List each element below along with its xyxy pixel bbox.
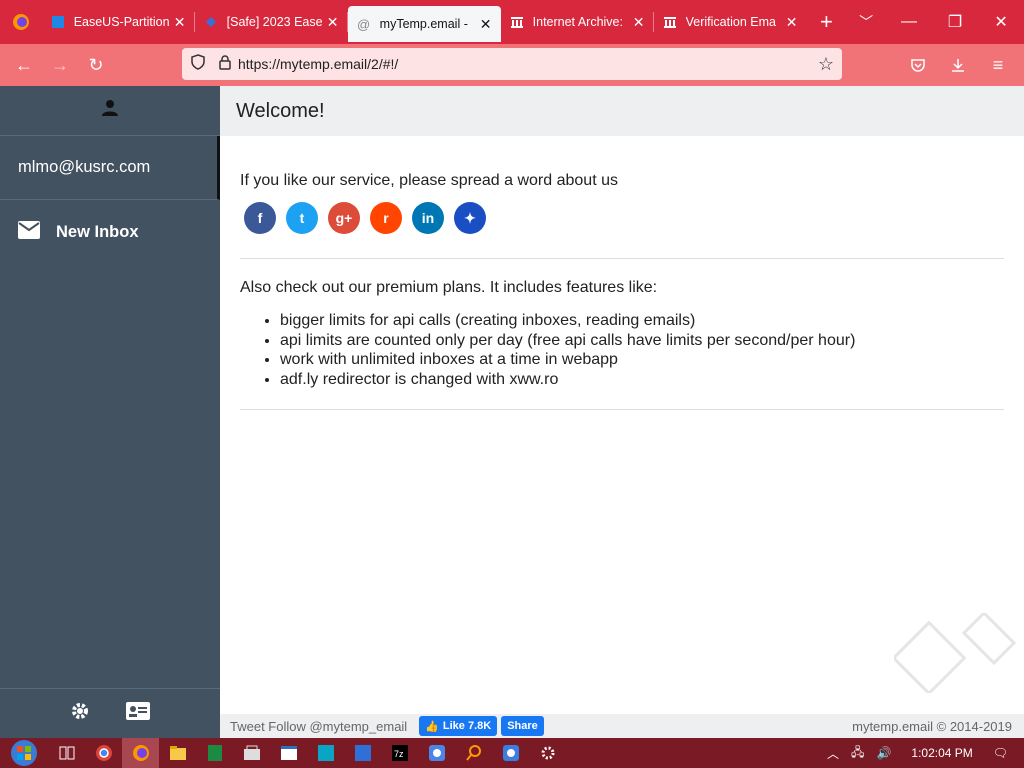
close-tab-icon[interactable]: ✕ xyxy=(479,16,493,33)
archive-icon xyxy=(509,14,525,30)
easeus-icon xyxy=(50,14,66,30)
list-item: work with unlimited inboxes at a time in… xyxy=(280,350,1004,370)
svg-text:7z: 7z xyxy=(394,749,404,759)
tab-title: Internet Archive: xyxy=(532,15,623,29)
download-icon[interactable] xyxy=(940,49,976,81)
minimize-icon[interactable]: — xyxy=(886,0,932,44)
close-window-icon[interactable]: ✕ xyxy=(978,0,1024,44)
clock-time[interactable]: 1:02:04 PM xyxy=(911,746,972,760)
window-app-icon[interactable] xyxy=(270,738,307,768)
restore-icon[interactable]: ❐ xyxy=(932,0,978,44)
close-tab-icon[interactable]: ✕ xyxy=(785,14,799,31)
account-area[interactable] xyxy=(0,86,220,136)
close-tab-icon[interactable]: ✕ xyxy=(173,14,187,31)
archive-icon xyxy=(662,14,678,30)
lock-icon[interactable] xyxy=(218,54,232,75)
footer: Tweet Follow @mytemp_email 👍 Like 7.8K Sh… xyxy=(220,714,1024,738)
reddit-icon[interactable]: r xyxy=(370,202,402,234)
envelope-icon xyxy=(18,220,40,244)
thumbs-up-icon: 👍 xyxy=(425,720,439,733)
volume-icon[interactable]: 🔊 xyxy=(876,746,891,760)
start-button[interactable] xyxy=(0,738,48,768)
7zip-icon[interactable]: 7z xyxy=(381,738,418,768)
chrome-icon[interactable] xyxy=(85,738,122,768)
app2-icon[interactable] xyxy=(492,738,529,768)
list-item: api limits are counted only per day (fre… xyxy=(280,331,1004,351)
tab-bar: EaseUS-Partition-Ma ✕ [Safe] 2023 EaseU … xyxy=(0,0,1024,44)
divider xyxy=(240,258,1004,259)
file-explorer-icon[interactable] xyxy=(159,738,196,768)
safe-icon xyxy=(203,14,219,30)
sidebar: mlmo@kusrc.com New Inbox xyxy=(0,86,220,738)
chevron-up-icon[interactable]: ︿ xyxy=(827,745,839,762)
search-tool-icon[interactable] xyxy=(455,738,492,768)
contact-card-icon[interactable] xyxy=(126,702,150,725)
tab-title: myTemp.email - xyxy=(379,17,468,31)
bookmark-star-icon[interactable]: ☆ xyxy=(818,54,834,75)
system-tray: ︿ 🖧 🔊 1:02:04 PM 🗨 xyxy=(821,738,1024,768)
shield-icon[interactable] xyxy=(190,53,206,75)
tab-title: [Safe] 2023 EaseU xyxy=(226,15,322,29)
spread-word-text: If you like our service, please spread a… xyxy=(240,172,618,189)
pin-icon[interactable]: ✦ xyxy=(454,202,486,234)
at-icon: @ xyxy=(357,16,371,32)
pocket-icon[interactable] xyxy=(900,49,936,81)
copyright-text: mytemp.email © 2014-2019 xyxy=(852,718,1012,734)
tab-mytemp-email[interactable]: @ myTemp.email - ✕ xyxy=(347,6,501,42)
settings-icon[interactable] xyxy=(529,738,566,768)
watermark-icon xyxy=(891,610,1024,698)
back-icon[interactable]: ← xyxy=(6,49,42,81)
feature-list: bigger limits for api calls (creating in… xyxy=(240,311,1004,389)
linkedin-icon[interactable]: in xyxy=(412,202,444,234)
reload-icon[interactable]: ↻ xyxy=(78,49,114,81)
social-share-row: f t g+ r in ✦ xyxy=(240,202,1004,234)
sidebar-item-email[interactable]: mlmo@kusrc.com xyxy=(0,136,220,200)
google-plus-icon[interactable]: g+ xyxy=(328,202,360,234)
facebook-like-button[interactable]: 👍 Like 7.8K xyxy=(419,716,498,736)
forward-icon[interactable]: → xyxy=(42,49,78,81)
twitter-icon[interactable]: t xyxy=(286,202,318,234)
tab-easeus-partition[interactable]: EaseUS-Partition-Ma ✕ xyxy=(42,0,195,44)
divider xyxy=(240,409,1004,410)
url-text[interactable]: https://mytemp.email/2/#!/ xyxy=(238,56,398,72)
premium-plans-text: Also check out our premium plans. It inc… xyxy=(240,279,658,296)
new-tab-icon[interactable]: + xyxy=(807,0,847,44)
store-icon[interactable] xyxy=(233,738,270,768)
facebook-share-button[interactable]: Share xyxy=(501,716,544,736)
tab-safe-easeus[interactable]: [Safe] 2023 EaseU ✕ xyxy=(195,0,348,44)
tab-title: Verification Ema xyxy=(685,15,776,29)
close-tab-icon[interactable]: ✕ xyxy=(326,14,340,31)
firefox-icon[interactable] xyxy=(0,0,42,44)
list-item: adf.ly redirector is changed with xww.ro xyxy=(280,370,1004,390)
new-inbox-label: New Inbox xyxy=(56,222,139,241)
tab-verification-email[interactable]: Verification Ema ✕ xyxy=(654,0,807,44)
installer-icon[interactable] xyxy=(344,738,381,768)
gear-icon[interactable] xyxy=(70,701,90,726)
main-content: Welcome! If you like our service, please… xyxy=(220,86,1024,738)
app-icon[interactable] xyxy=(307,738,344,768)
taskbar: 7z ︿ 🖧 🔊 1:02:04 PM 🗨 xyxy=(0,738,1024,768)
url-bar[interactable]: https://mytemp.email/2/#!/ ☆ xyxy=(182,48,842,80)
network-icon[interactable]: 🖧 xyxy=(851,743,864,764)
tab-title: EaseUS-Partition-Ma xyxy=(73,15,169,29)
media-icon[interactable] xyxy=(418,738,455,768)
close-tab-icon[interactable]: ✕ xyxy=(632,14,646,31)
tab-internet-archive[interactable]: Internet Archive: ✕ xyxy=(501,0,654,44)
list-item: bigger limits for api calls (creating in… xyxy=(280,311,1004,331)
firefox-taskbar-icon[interactable] xyxy=(122,738,159,768)
new-inbox-button[interactable]: New Inbox xyxy=(0,200,220,264)
menu-icon[interactable]: ≡ xyxy=(980,49,1016,81)
task-view-icon[interactable] xyxy=(48,738,85,768)
facebook-icon[interactable]: f xyxy=(244,202,276,234)
chevron-down-icon[interactable]: ﹀ xyxy=(846,0,886,44)
notification-icon[interactable]: 🗨 xyxy=(993,746,1008,760)
page-title: Welcome! xyxy=(220,86,1024,136)
spreadsheet-icon[interactable] xyxy=(196,738,233,768)
tweet-follow-link[interactable]: Tweet Follow @mytemp_email xyxy=(230,719,407,734)
user-icon[interactable] xyxy=(101,99,119,122)
